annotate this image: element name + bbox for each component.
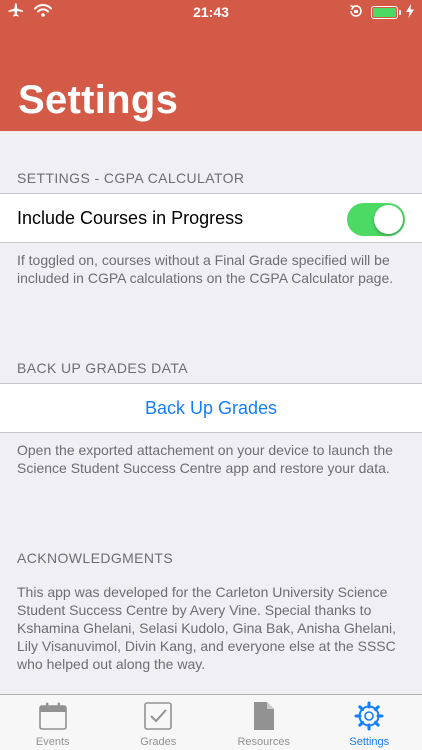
include-courses-cell: Include Courses in Progress: [0, 193, 422, 243]
tab-events-label: Events: [35, 736, 70, 748]
tab-settings[interactable]: Settings: [317, 695, 422, 750]
tab-events[interactable]: Events: [0, 695, 106, 750]
section-header-cgpa: SETTINGS - CGPA CALCULATOR: [17, 170, 245, 186]
page-title: Settings: [18, 78, 179, 122]
status-right: [349, 4, 414, 21]
tab-resources[interactable]: Resources: [211, 695, 317, 750]
rotation-lock-icon: [349, 4, 363, 21]
charging-icon: [406, 4, 414, 21]
back-up-grades-cell[interactable]: Back Up Grades: [0, 383, 422, 433]
settings-list[interactable]: SETTINGS - CGPA CALCULATOR Include Cours…: [0, 131, 422, 694]
toggle-knob: [374, 205, 403, 234]
tab-grades-label: Grades: [140, 736, 177, 748]
navigation-header: 21:43 Settings: [0, 0, 422, 131]
battery-icon: [371, 6, 401, 19]
tab-bar: Events Grades Resources Settings: [0, 694, 422, 750]
acknowledgments-text: This app was developed for the Carleton …: [17, 584, 397, 672]
back-up-grades-button[interactable]: Back Up Grades: [0, 398, 422, 419]
include-courses-label: Include Courses in Progress: [17, 208, 244, 228]
status-bar: 21:43: [0, 0, 422, 24]
tab-settings-label: Settings: [349, 736, 390, 748]
section-header-backup: BACK UP GRADES DATA: [17, 360, 188, 376]
backup-footer-text: Open the exported attachement on your de…: [17, 442, 393, 476]
cgpa-footer-text: If toggled on, courses without a Final G…: [17, 252, 394, 286]
tab-grades[interactable]: Grades: [106, 695, 212, 750]
include-courses-toggle[interactable]: [347, 203, 405, 236]
section-header-acknowledgments: ACKNOWLEDGMENTS: [17, 550, 174, 566]
tab-resources-label: Resources: [237, 736, 291, 748]
